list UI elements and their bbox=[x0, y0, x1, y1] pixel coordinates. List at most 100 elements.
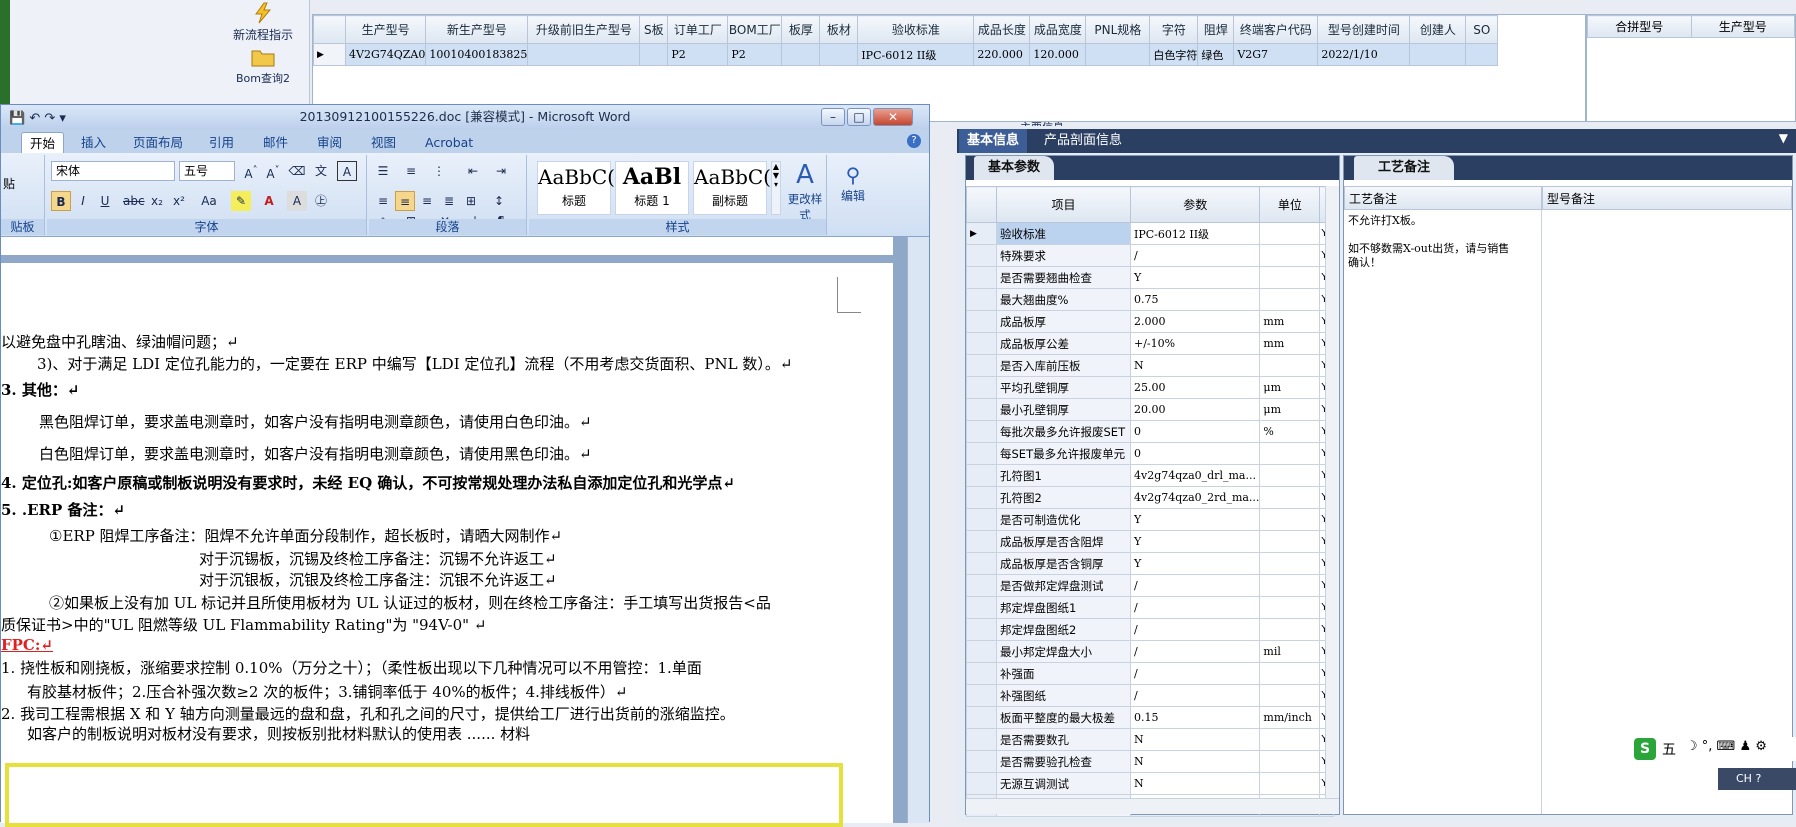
paste-button[interactable]: 贴 bbox=[3, 175, 15, 192]
param-item[interactable]: 是否需要数孔 bbox=[996, 728, 1131, 751]
process-remark-text[interactable]: 不允许打X板。 如不够数需X-out出货，请与销售 确认！ bbox=[1348, 214, 1538, 270]
param-item[interactable]: 成品板厚是否含铜厚 bbox=[996, 552, 1131, 575]
table-row[interactable]: 是否入库前压板NY bbox=[966, 354, 1335, 377]
param-value[interactable]: N bbox=[1129, 772, 1261, 795]
col-header[interactable]: 阻焊 bbox=[1197, 15, 1235, 44]
param-value[interactable]: 4v2g74qza0_drl_ma... bbox=[1129, 464, 1261, 487]
params-vscroll[interactable] bbox=[1325, 186, 1339, 798]
maximize-button[interactable]: □ bbox=[847, 108, 871, 126]
multilevel-icon[interactable]: ⋮ bbox=[429, 161, 449, 181]
param-value[interactable]: / bbox=[1129, 618, 1261, 641]
param-item[interactable]: 是否做邦定焊盘测试 bbox=[996, 574, 1131, 597]
param-item[interactable]: 是否可制造优化 bbox=[996, 508, 1131, 531]
col-header[interactable]: 板厚 bbox=[781, 15, 821, 44]
style-subtitle[interactable]: AaBbC(副标题 bbox=[693, 161, 771, 215]
param-item[interactable]: 成品板厚是否含阻焊 bbox=[996, 530, 1131, 553]
table-row[interactable]: 孔符图24v2g74qza0_2rd_ma...Y bbox=[966, 486, 1335, 509]
table-row[interactable]: 成品板厚公差+/-10%mmY bbox=[966, 332, 1335, 355]
table-row[interactable]: 补强图纸/Y bbox=[966, 684, 1335, 707]
col-process-remark[interactable]: 工艺备注 bbox=[1344, 186, 1542, 210]
font-size-combo[interactable]: 五号 bbox=[179, 161, 235, 181]
param-item[interactable]: 是否需要翘曲检查 bbox=[996, 266, 1131, 289]
col-header[interactable]: 字符 bbox=[1149, 15, 1199, 44]
param-value[interactable]: / bbox=[1129, 244, 1261, 267]
shrink-font-icon[interactable]: A˅ bbox=[263, 161, 283, 181]
tab-acrobat[interactable]: Acrobat bbox=[417, 132, 481, 153]
col-header[interactable]: S板 bbox=[639, 15, 669, 44]
param-value[interactable]: N bbox=[1129, 354, 1261, 377]
bullets-icon[interactable]: ☰ bbox=[373, 161, 393, 181]
param-unit[interactable] bbox=[1259, 574, 1321, 597]
tab-basic-params[interactable]: 基本参数 bbox=[974, 156, 1055, 180]
param-value[interactable]: 0 bbox=[1129, 442, 1261, 465]
param-value[interactable]: Y bbox=[1129, 530, 1261, 553]
param-item[interactable]: 补强图纸 bbox=[996, 684, 1131, 707]
param-value[interactable]: / bbox=[1129, 662, 1261, 685]
param-unit[interactable] bbox=[1259, 222, 1321, 245]
table-row[interactable]: 孔符图14v2g74qza0_drl_ma...Y bbox=[966, 464, 1335, 487]
col-param[interactable]: 参数 bbox=[1129, 186, 1261, 223]
col-production-model[interactable]: 生产型号 bbox=[1690, 15, 1795, 38]
param-item[interactable]: 是否需要验孔检查 bbox=[996, 750, 1131, 773]
param-unit[interactable] bbox=[1259, 244, 1321, 267]
table-row[interactable]: 是否需要数孔NY bbox=[966, 728, 1335, 751]
tab-product-profile[interactable]: 产品剖面信息 bbox=[1036, 129, 1130, 153]
document-line[interactable]: 如客户的制板说明对板材没有要求，则按板别批材料默认的使用表 ...... 材料 bbox=[27, 723, 530, 744]
table-row[interactable]: 是否需要验孔检查NY bbox=[966, 750, 1335, 773]
param-item[interactable]: 最小孔壁铜厚 bbox=[996, 398, 1131, 421]
param-value[interactable]: / bbox=[1129, 596, 1261, 619]
table-row[interactable]: 成品板厚2.000mmY bbox=[966, 310, 1335, 333]
document-line[interactable]: 质保证书>中的"UL 阻燃等级 UL Flammability Rating"为… bbox=[1, 614, 486, 635]
align-left-icon[interactable]: ≡ bbox=[373, 191, 393, 211]
phonetic-icon[interactable]: 文 bbox=[311, 161, 331, 181]
param-unit[interactable]: μm bbox=[1259, 398, 1321, 421]
document-line[interactable]: 黑色阻焊订单，要求盖电测章时，如客户没有指明电测章颜色，请使用白色印油。↵ bbox=[39, 411, 592, 432]
param-unit[interactable] bbox=[1259, 684, 1321, 707]
col-header[interactable]: 板材 bbox=[819, 15, 859, 44]
document-vscroll[interactable] bbox=[907, 237, 929, 823]
document-line[interactable]: 3)、对于满足 LDI 定位孔能力的，一定要在 ERP 中编写【LDI 定位孔】… bbox=[37, 353, 792, 374]
param-value[interactable]: Y bbox=[1129, 266, 1261, 289]
param-value[interactable]: 0 bbox=[1129, 420, 1261, 443]
param-value[interactable]: N bbox=[1129, 750, 1261, 773]
table-row[interactable]: 板面平整度的最大极差0.15mm/inchY bbox=[966, 706, 1335, 729]
param-value[interactable]: 0.75 bbox=[1129, 288, 1261, 311]
param-item[interactable]: 板面平整度的最大极差 bbox=[996, 706, 1131, 729]
col-unit[interactable]: 单位 bbox=[1259, 186, 1321, 223]
grid-cell[interactable] bbox=[1465, 43, 1499, 66]
table-row[interactable]: 平均孔壁铜厚25.00μmY bbox=[966, 376, 1335, 399]
numbering-icon[interactable]: ≡ bbox=[401, 161, 421, 181]
col-header[interactable]: SO bbox=[1465, 15, 1499, 44]
char-border-icon[interactable]: A bbox=[337, 161, 357, 181]
col-header[interactable]: 新生产型号 bbox=[425, 15, 529, 44]
param-unit[interactable] bbox=[1259, 618, 1321, 641]
param-unit[interactable]: mm bbox=[1259, 310, 1321, 333]
grid-cell[interactable]: 4V2G74QZA0 bbox=[344, 43, 427, 66]
param-value[interactable]: Y bbox=[1129, 508, 1261, 531]
grid-cell[interactable]: 绿色 bbox=[1197, 43, 1235, 66]
param-item[interactable]: 平均孔壁铜厚 bbox=[996, 376, 1131, 399]
tab-home[interactable]: 开始 bbox=[21, 132, 65, 153]
document-line[interactable]: 2. 我司工程需根据 X 和 Y 轴方向测量最远的盘和盘，孔和孔之间的尺寸，提供… bbox=[1, 703, 735, 724]
param-unit[interactable] bbox=[1259, 552, 1321, 575]
collapse-arrow-icon[interactable]: ▼ bbox=[1779, 131, 1788, 145]
col-header[interactable]: PNL规格 bbox=[1085, 15, 1151, 44]
table-row[interactable]: 每批次最多允许报废SET0%Y bbox=[966, 420, 1335, 443]
col-header[interactable]: 终端客户代码 bbox=[1233, 15, 1319, 44]
param-value[interactable]: 4v2g74qza0_2rd_ma... bbox=[1129, 486, 1261, 509]
col-header[interactable]: 生产型号 bbox=[344, 15, 427, 44]
font-name-combo[interactable]: 宋体 bbox=[51, 161, 175, 181]
styles-scroll[interactable]: ▲ ▼ ▾ bbox=[771, 161, 781, 215]
table-row[interactable]: 补强面/Y bbox=[966, 662, 1335, 685]
table-row[interactable]: 邦定焊盘图纸1/Y bbox=[966, 596, 1335, 619]
param-value[interactable]: IPC-6012 II级 bbox=[1129, 222, 1261, 245]
param-value[interactable]: 25.00 bbox=[1129, 376, 1261, 399]
font-color-icon[interactable]: A bbox=[259, 191, 279, 211]
subscript-icon[interactable]: x₂ bbox=[147, 191, 167, 211]
param-value[interactable]: +/-10% bbox=[1129, 332, 1261, 355]
param-value[interactable]: 2.000 bbox=[1129, 310, 1261, 333]
tab-basic-info[interactable]: 基本信息 bbox=[959, 129, 1028, 153]
table-row[interactable]: 最大翘曲度%0.75Y bbox=[966, 288, 1335, 311]
param-item[interactable]: 孔符图2 bbox=[996, 486, 1131, 509]
align-right-icon[interactable]: ≡ bbox=[417, 191, 437, 211]
